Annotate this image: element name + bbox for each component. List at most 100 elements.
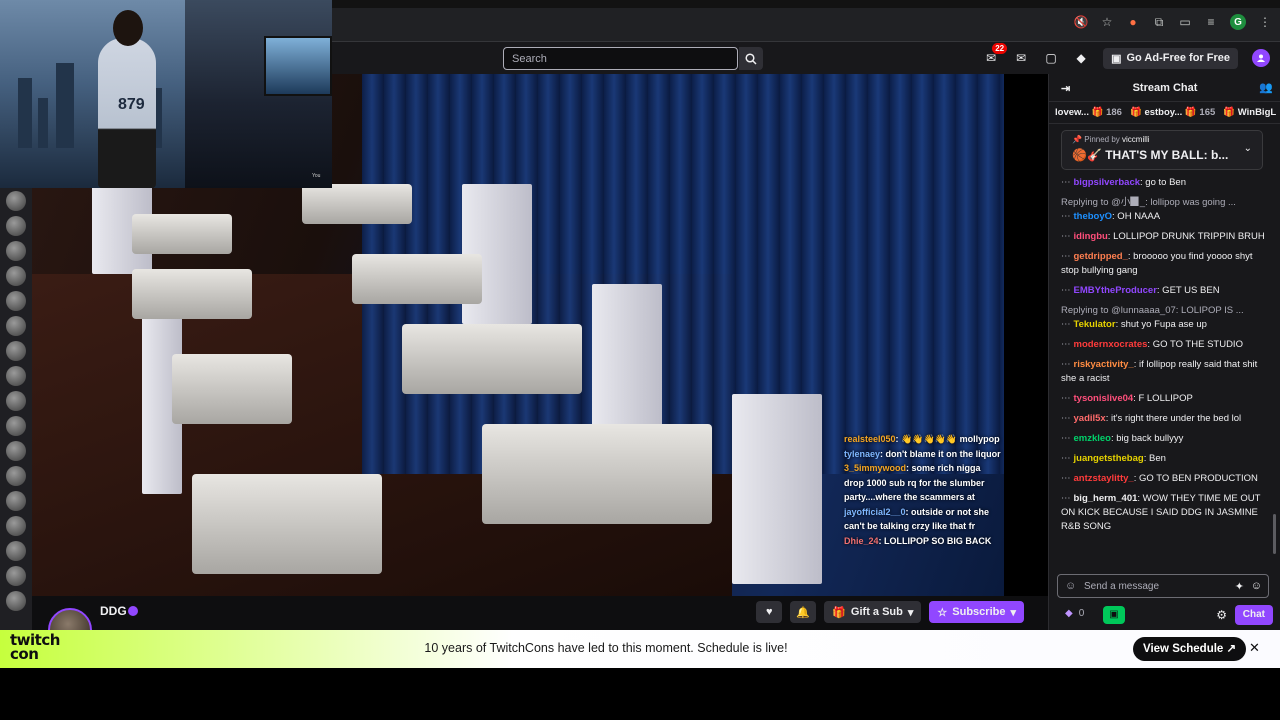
chat-text: : go to Ben	[1140, 177, 1186, 188]
gift-icon: 🎁	[1091, 107, 1104, 118]
gift-a-sub-label: Gift a Sub	[850, 606, 903, 618]
verified-badge-icon	[128, 606, 138, 616]
chat-reply-context[interactable]: Replying to @小▉_: lollipop was going ...	[1061, 196, 1267, 210]
bookmark-star-icon[interactable]: ☆	[1100, 15, 1114, 29]
channel-points-icon: ◆	[1065, 608, 1073, 619]
leaderboard-entry[interactable]: 🎁 WinBigL	[1223, 107, 1276, 118]
followed-channel-avatar[interactable]	[6, 241, 26, 261]
chat-username[interactable]: riskyactivity_	[1074, 359, 1134, 370]
user-avatar[interactable]	[1252, 49, 1270, 67]
chat-username[interactable]: idingbu	[1074, 231, 1108, 242]
star-icon: ☆	[937, 606, 948, 619]
chat-text: : it's right there under the bed lol	[1105, 413, 1242, 424]
followed-channel-avatar[interactable]	[6, 391, 26, 411]
followed-channel-avatar[interactable]	[6, 291, 26, 311]
followed-channel-avatar[interactable]	[6, 591, 26, 611]
chat-username[interactable]: big_herm_401	[1074, 493, 1138, 504]
bits-cheer-icon[interactable]: ✦	[1235, 580, 1244, 593]
chat-message: ⋯ tysonislive04: F LOLLIPOP	[1061, 392, 1267, 406]
community-icon[interactable]: 👥	[1259, 81, 1273, 94]
chat-username[interactable]: modernxocrates	[1074, 339, 1148, 350]
claim-points-button[interactable]: ▣	[1103, 606, 1125, 624]
chat-username[interactable]: bigpsilverback	[1074, 177, 1141, 188]
leaderboard-name: WinBigL	[1237, 107, 1277, 118]
pinned-by-label: Pinned by	[1084, 135, 1120, 144]
video-bed	[172, 354, 292, 424]
sidepanel-icon[interactable]: ▭	[1178, 15, 1192, 29]
reading-list-icon[interactable]: ≡	[1204, 15, 1218, 29]
chat-username[interactable]: getdripped_	[1074, 251, 1128, 262]
chat-settings-gear-icon[interactable]: ⚙	[1216, 608, 1227, 622]
chat-badge-icon: ⋯	[1061, 433, 1071, 444]
bits-icon[interactable]: ◆	[1073, 50, 1089, 66]
followed-channel-avatar[interactable]	[6, 366, 26, 386]
followed-channel-avatar[interactable]	[6, 341, 26, 361]
followed-channel-avatar[interactable]	[6, 491, 26, 511]
whispers-icon[interactable]: ▢	[1043, 50, 1059, 66]
chat-title: Stream Chat	[1132, 81, 1198, 94]
chat-username[interactable]: tysonislive04	[1074, 393, 1134, 404]
search-input[interactable]: Search	[503, 47, 738, 70]
followed-channel-avatar[interactable]	[6, 191, 26, 211]
video-bed	[402, 324, 582, 394]
send-chat-button[interactable]: Chat	[1234, 605, 1273, 625]
followed-channel-avatar[interactable]	[6, 316, 26, 336]
extension-icon[interactable]: ●	[1126, 15, 1140, 29]
overlay-chat-user: 3_5immywood	[844, 463, 907, 473]
followed-channel-avatar[interactable]	[6, 541, 26, 561]
gift-a-sub-button[interactable]: 🎁 Gift a Sub ▾	[824, 601, 922, 623]
close-banner-icon[interactable]: ✕	[1249, 640, 1260, 656]
channel-name[interactable]: DDG	[100, 604, 127, 618]
overlay-chat-user: tylenaey	[844, 448, 881, 459]
followed-channel-avatar[interactable]	[6, 566, 26, 586]
follow-heart-button[interactable]: ♥	[756, 601, 783, 623]
puzzle-icon[interactable]: ⧉	[1152, 15, 1166, 29]
chat-scrollbar[interactable]	[1273, 514, 1276, 554]
followed-channel-avatar[interactable]	[6, 516, 26, 536]
followed-channel-avatar[interactable]	[6, 416, 26, 436]
browser-tabstrip	[332, 0, 1280, 8]
go-ad-free-button[interactable]: ▣ Go Ad-Free for Free	[1103, 47, 1238, 69]
bell-icon: 🔔	[796, 606, 811, 619]
channel-points-count: 0	[1078, 608, 1085, 619]
video-bed	[132, 214, 232, 254]
chat-reply-context[interactable]: Replying to @lunnaaaa_07: LOLIPOP IS ...	[1061, 304, 1267, 318]
chat-username[interactable]: Tekulator	[1074, 319, 1116, 330]
chevron-down-icon: ▾	[907, 606, 914, 619]
view-schedule-button[interactable]: View Schedule ↗	[1133, 637, 1247, 661]
subscribe-button[interactable]: ☆ Subscribe ▾	[929, 601, 1024, 623]
gift-box-icon: ▣	[1109, 609, 1119, 620]
chat-username[interactable]: juangetsthebag	[1074, 453, 1144, 464]
inbox-icon[interactable]: ✉	[1013, 50, 1029, 66]
chat-message-input[interactable]: ☺ Send a message ✦ ☺	[1057, 574, 1269, 598]
chat-badge-icon: ⋯	[1061, 211, 1071, 222]
chat-username[interactable]: antzstaylitty_	[1074, 473, 1134, 484]
notification-bell-button[interactable]: 🔔	[790, 601, 817, 623]
gift-icon: 🎁	[832, 606, 846, 619]
notifications-icon[interactable]: ✉ 22	[983, 43, 1008, 66]
pinned-message[interactable]: 📌 Pinned by viccmilli 🏀🎸 THAT'S MY BALL:…	[1061, 130, 1263, 170]
emote-picker-icon[interactable]: ☺	[1065, 580, 1076, 592]
chat-username[interactable]: theboyO	[1074, 211, 1113, 222]
channel-points[interactable]: ◆ 0	[1065, 608, 1084, 619]
browser-menu-icon[interactable]: ⋮	[1258, 15, 1272, 29]
chat-message: ⋯ riskyactivity_: if lollipop really said…	[1061, 358, 1267, 386]
emoji-icon[interactable]: ☺	[1251, 580, 1262, 592]
collapse-chat-icon[interactable]: ⇥	[1061, 82, 1070, 95]
chat-text: : OH NAAA	[1112, 211, 1161, 222]
chat-username[interactable]: emzkleo	[1074, 433, 1112, 444]
followed-channel-avatar[interactable]	[6, 266, 26, 286]
profile-avatar-icon[interactable]: G	[1230, 14, 1246, 30]
followed-channel-avatar[interactable]	[6, 466, 26, 486]
leaderboard-entry[interactable]: lovew... 🎁 186	[1055, 107, 1122, 118]
followed-channel-avatar[interactable]	[6, 441, 26, 461]
leaderboard-entry[interactable]: 🎁 estboy... 🎁 165	[1130, 107, 1215, 118]
chat-badge-icon: ⋯	[1061, 285, 1071, 296]
chevron-down-icon[interactable]: ⌄	[1244, 143, 1252, 154]
search-button[interactable]	[739, 47, 763, 70]
webcam-person-head	[113, 10, 143, 46]
followed-channel-avatar[interactable]	[6, 216, 26, 236]
chat-username[interactable]: yadil5x	[1074, 413, 1106, 424]
chat-username[interactable]: EMBYtheProducer	[1074, 285, 1157, 296]
mute-icon[interactable]: 🔇	[1074, 15, 1089, 29]
